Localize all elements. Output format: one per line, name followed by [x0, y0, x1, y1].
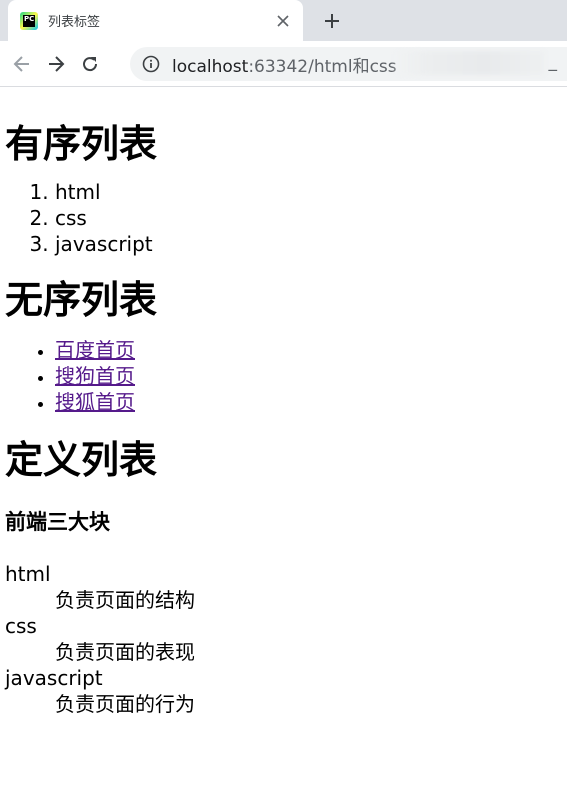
list-item: html [55, 179, 567, 205]
url-path: :63342/html和css [248, 56, 397, 77]
browser-toolbar: localhost:63342/html和css _ [0, 41, 567, 87]
definition-desc: 负责页面的结构 [55, 588, 195, 612]
list-item: 搜狐首页 [55, 389, 567, 415]
list-item: css [55, 205, 567, 231]
list-item: javascript [55, 231, 567, 257]
url-text: localhost:63342/html和css [172, 52, 397, 77]
url-tail: _ [548, 52, 558, 72]
page-content: 有序列表 html css javascript 无序列表 百度首页 搜狗首页 … [0, 87, 567, 717]
definition-desc: 负责页面的行为 [55, 692, 195, 716]
close-tab-icon[interactable] [271, 9, 295, 33]
url-host: localhost [172, 56, 249, 77]
ordered-list: html css javascript [5, 179, 567, 257]
unordered-list: 百度首页 搜狗首页 搜狐首页 [5, 337, 567, 415]
tab-title: 列表标签 [48, 15, 101, 30]
definition-term: javascript [5, 666, 103, 690]
info-icon[interactable] [142, 55, 160, 73]
forward-arrow-icon[interactable] [42, 50, 70, 78]
pycharm-favicon-icon: PC [20, 11, 38, 30]
definition-list: html 负责页面的结构 css 负责页面的表现 javascript 负责页面… [5, 561, 567, 717]
definition-term: html [5, 562, 51, 586]
browser-tab[interactable]: PC 列表标签 [8, 0, 303, 41]
unordered-list-heading: 无序列表 [5, 278, 158, 322]
definition-desc: 负责页面的表现 [55, 640, 195, 664]
ordered-list-heading: 有序列表 [5, 122, 158, 166]
definition-list-title: 前端三大块 [5, 510, 110, 534]
back-arrow-icon[interactable] [8, 50, 36, 78]
definition-term: css [5, 614, 37, 638]
definition-list-heading: 定义列表 [5, 438, 158, 482]
blurred-url-region [395, 51, 545, 75]
tab-strip: PC 列表标签 [0, 0, 567, 41]
link-sohu[interactable]: 搜狐首页 [55, 390, 135, 414]
link-baidu[interactable]: 百度首页 [55, 338, 135, 362]
list-item: 搜狗首页 [55, 363, 567, 389]
list-item: 百度首页 [55, 337, 567, 363]
reload-icon[interactable] [76, 50, 104, 78]
new-tab-icon[interactable] [318, 7, 346, 35]
link-sogou[interactable]: 搜狗首页 [55, 364, 135, 388]
